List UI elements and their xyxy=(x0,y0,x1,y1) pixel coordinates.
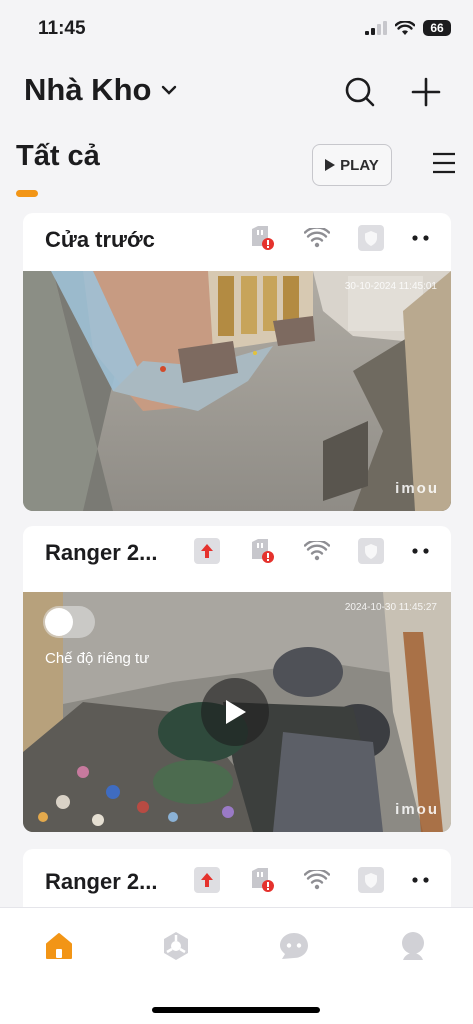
firmware-upgrade-button[interactable] xyxy=(194,867,220,893)
camera-card[interactable]: Cửa trước 30-10-2024 11:45:01 imou xyxy=(23,213,451,511)
tab-home[interactable] xyxy=(41,928,77,964)
privacy-mode-toggle[interactable] xyxy=(43,606,95,638)
search-button[interactable] xyxy=(342,74,378,110)
more-dots-icon xyxy=(412,548,429,554)
battery-indicator: 66 xyxy=(423,20,451,36)
add-device-button[interactable] xyxy=(408,74,444,110)
camera-card-header: Ranger 2... xyxy=(23,526,451,576)
wifi-signal-icon xyxy=(304,870,330,890)
imou-watermark: imou xyxy=(395,801,439,818)
security-shield-button[interactable] xyxy=(358,538,384,564)
camera-card-header: Ranger 2... xyxy=(23,855,451,905)
chevron-down-icon xyxy=(162,85,177,95)
more-options-button[interactable] xyxy=(408,867,434,893)
play-button[interactable]: PLAY xyxy=(312,144,392,186)
sd-card-alert-button[interactable] xyxy=(249,225,275,251)
camera-feed-2[interactable]: 2024-10-30 11:45:27 Chế độ riêng tư imou xyxy=(23,592,451,832)
filter-tabs: Tất cả PLAY xyxy=(16,140,457,200)
sd-card-alert-icon xyxy=(252,539,274,563)
shield-icon xyxy=(358,867,384,893)
toggle-knob xyxy=(45,608,73,636)
discover-icon xyxy=(164,932,188,960)
cellular-signal-icon xyxy=(365,21,387,35)
home-icon xyxy=(46,933,72,959)
menu-icon[interactable] xyxy=(431,150,457,176)
tab-messages[interactable] xyxy=(276,928,312,964)
camera-card[interactable]: Ranger 2... xyxy=(23,526,451,832)
play-video-button[interactable] xyxy=(201,678,269,746)
sd-card-alert-icon xyxy=(252,868,274,892)
home-selector[interactable]: Nhà Kho xyxy=(24,72,177,108)
wifi-status-icon xyxy=(395,20,415,35)
sd-card-alert-button[interactable] xyxy=(249,538,275,564)
security-shield-button[interactable] xyxy=(358,867,384,893)
wifi-signal-button[interactable] xyxy=(304,867,330,893)
camera-name: Ranger 2... xyxy=(45,869,158,894)
security-shield-button[interactable] xyxy=(358,225,384,251)
shield-icon xyxy=(358,538,384,564)
camera-feed-image xyxy=(23,271,451,511)
wifi-signal-button[interactable] xyxy=(304,538,330,564)
status-time: 11:45 xyxy=(38,18,86,39)
upgrade-arrow-icon xyxy=(194,867,220,893)
play-icon xyxy=(226,700,246,724)
more-dots-icon xyxy=(412,877,429,883)
privacy-mode-label: Chế độ riêng tư xyxy=(45,650,150,667)
sd-card-alert-button[interactable] xyxy=(249,867,275,893)
imou-watermark: imou xyxy=(395,480,439,497)
camera-timestamp: 30-10-2024 11:45:01 xyxy=(344,281,437,292)
camera-timestamp: 2024-10-30 11:45:27 xyxy=(344,602,437,613)
more-dots-icon xyxy=(412,235,429,241)
status-icons: 66 xyxy=(365,20,451,36)
sd-card-alert-icon xyxy=(252,226,274,250)
camera-card-header: Cửa trước xyxy=(23,213,451,263)
search-icon xyxy=(345,77,375,107)
home-indicator xyxy=(152,1007,320,1013)
wifi-signal-button[interactable] xyxy=(304,225,330,251)
message-bubble-icon xyxy=(280,933,308,959)
play-label: PLAY xyxy=(340,156,379,174)
tab-profile[interactable] xyxy=(395,928,431,964)
more-options-button[interactable] xyxy=(408,225,434,251)
play-icon xyxy=(325,159,336,171)
status-bar: 11:45 66 xyxy=(0,0,473,56)
plus-icon xyxy=(411,77,441,107)
tab-discover[interactable] xyxy=(158,928,194,964)
camera-feed-1[interactable]: 30-10-2024 11:45:01 imou xyxy=(23,271,451,511)
bottom-tab-bar xyxy=(0,907,473,1024)
profile-icon xyxy=(402,932,424,960)
camera-name: Cửa trước xyxy=(45,227,155,252)
camera-name: Ranger 2... xyxy=(45,540,158,565)
firmware-upgrade-button[interactable] xyxy=(194,538,220,564)
active-tab-indicator xyxy=(16,190,38,197)
more-options-button[interactable] xyxy=(408,538,434,564)
shield-icon xyxy=(358,225,384,251)
home-title: Nhà Kho xyxy=(24,72,152,107)
wifi-signal-icon xyxy=(304,228,330,248)
home-header: Nhà Kho xyxy=(24,72,449,116)
upgrade-arrow-icon xyxy=(194,538,220,564)
tab-all[interactable]: Tất cả xyxy=(16,140,100,173)
wifi-signal-icon xyxy=(304,541,330,561)
